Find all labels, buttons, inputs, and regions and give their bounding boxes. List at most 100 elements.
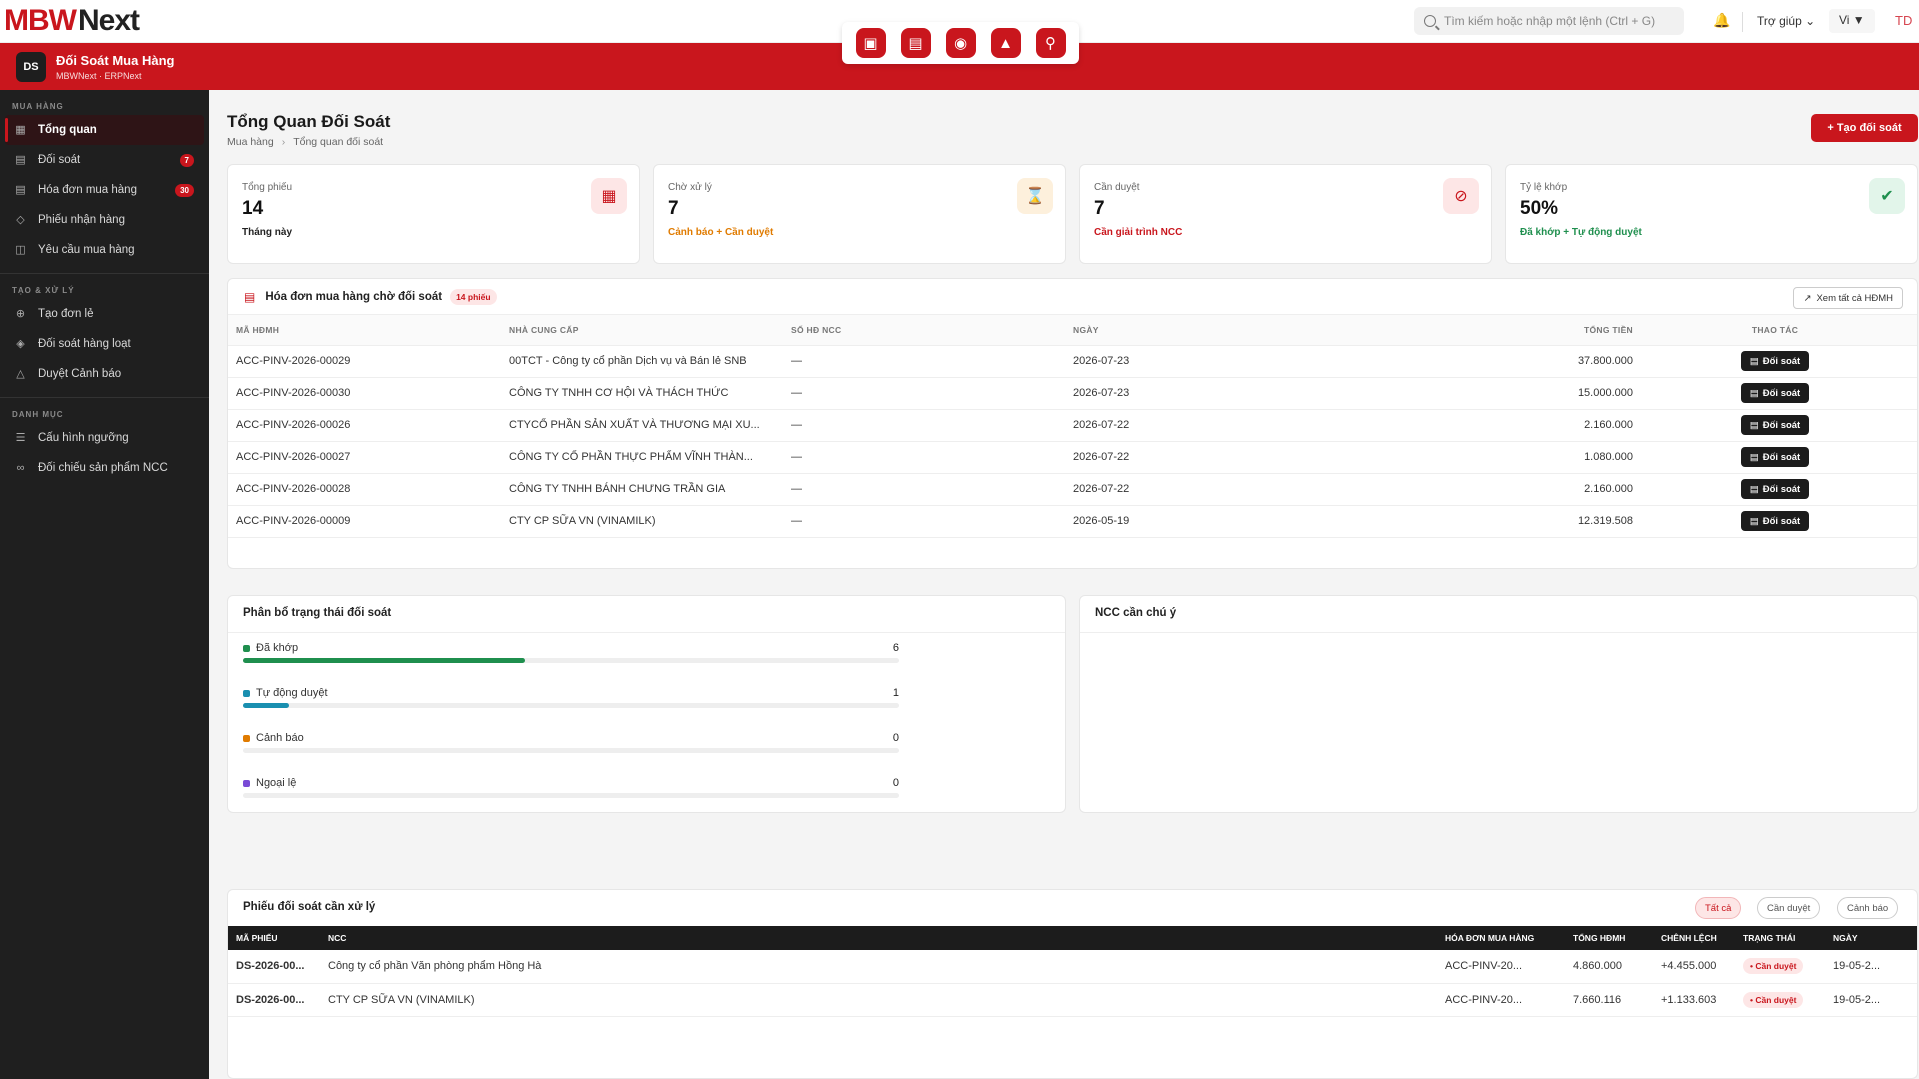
sidebar-item-create-single[interactable]: ⊕ Tạo đơn lẻ [5,299,204,329]
caret-down-icon: ▼ [1852,13,1865,27]
language-select[interactable]: Vi ▼ [1829,9,1875,33]
stat-card-match-rate: Tỷ lệ khớp 50% Đã khớp + Tự động duyệt ✔ [1505,164,1918,264]
id-card-icon[interactable]: ▲ [990,28,1021,58]
invoice-code-link[interactable]: ACC-PINV-2026-00029 [228,345,509,378]
filter-warning[interactable]: Cảnh báo [1837,897,1899,919]
ticket-code-link[interactable]: DS-2026-00... [228,983,328,1017]
stat-value: 14 [242,198,264,219]
sidebar-item-label: Hóa đơn mua hàng [38,184,137,196]
view-all-invoices-button[interactable]: ↗ Xem tất cả HĐMH [1793,287,1903,309]
ncc-number-cell: — [791,345,1073,378]
sidebar-item-purchase-requests[interactable]: ◫ Yêu cầu mua hàng [5,235,204,265]
sidebar-item-label: Đối soát [38,154,81,166]
main-content: Tổng Quan Đối Soát Mua hàng › Tổng quan đố… [209,90,1919,1079]
reconcile-button[interactable]: ▤ Đối soát [1740,351,1810,371]
cash-register-icon[interactable]: ▤ [900,28,931,58]
column-header: THAO TÁC [1633,315,1917,346]
table-row[interactable]: ACC-PINV-2026-00030 CÔNG TY TNHH CƠ HỘI … [228,377,1917,410]
column-header[interactable]: CHÊNH LỆCH [1661,926,1743,950]
breadcrumb-item[interactable]: Mua hàng [227,136,274,148]
grid-icon: ▦ [15,123,26,136]
count-badge: 14 phiếu [450,288,497,305]
sidebar-item-purchase-invoices[interactable]: ▤ Hóa đơn mua hàng 30 [5,175,204,205]
status-badge: • Cần duyệt [1743,958,1804,975]
reconcile-button[interactable]: ▤ Đối soát [1740,415,1810,435]
invoice-code-link[interactable]: ACC-PINV-2026-00009 [228,505,509,538]
total-cell: 2.160.000 [1408,473,1633,506]
create-reconcile-button[interactable]: + Tạo đối soát [1811,114,1918,142]
doc-icon: ▤ [1749,451,1759,463]
sidebar-item-receipts[interactable]: ◇ Phiếu nhận hàng [5,205,204,235]
reconcile-button[interactable]: ▤ Đối soát [1740,447,1810,467]
table-row[interactable]: ACC-PINV-2026-00027 CÔNG TY CỔ PHẦN THỰC… [228,441,1917,474]
column-header[interactable]: MÃ HĐMH [228,315,509,346]
cart-icon: ◫ [15,243,26,256]
module-switcher[interactable]: DS Đối Soát Mua Hàng MBWNext · ERPNext [16,52,174,82]
column-header[interactable]: NGÀY [1833,926,1917,950]
quick-access-bar: ▣ ▤ ◉ ▲ ⚲ [842,22,1079,64]
invoice-link[interactable]: ACC-PINV-20... [1445,950,1573,984]
sidebar-item-overview[interactable]: ▦ Tổng quan [5,115,204,145]
progress-track [243,748,899,753]
sidebar-item-approve-warnings[interactable]: △ Duyệt Cảnh báo [5,359,204,389]
invoice-link[interactable]: ACC-PINV-20... [1445,983,1573,1017]
divider [228,632,1065,633]
table-row[interactable]: DS-2026-00... Công ty cổ phần Văn phòng … [228,950,1917,984]
reconcile-button[interactable]: ▤ Đối soát [1740,479,1810,499]
total-cell: 15.000.000 [1408,377,1633,410]
table-row[interactable]: ACC-PINV-2026-00029 00TCT - Công ty cổ p… [228,345,1917,378]
sidebar-item-batch-reconcile[interactable]: ◈ Đối soát hàng loạt [5,329,204,359]
logo-mbw: MBW [4,4,77,37]
invoice-code-link[interactable]: ACC-PINV-2026-00028 [228,473,509,506]
stat-sub: Đã khớp + Tự động duyệt [1520,227,1642,238]
search-input[interactable]: Tìm kiếm hoặc nhập một lệnh (Ctrl + G) [1414,7,1684,35]
table-row[interactable]: ACC-PINV-2026-00026 CTYCỔ PHẦN SẢN XUẤT … [228,409,1917,442]
sidebar-item-reconcile[interactable]: ▤ Đối soát 7 [5,145,204,175]
invoices-table: MÃ HĐMH NHÀ CUNG CẤP SỐ HĐ NCC NGÀY TỔNG… [228,315,1917,538]
table-row[interactable]: ACC-PINV-2026-00009 CTY CP SỮA VN (VINAM… [228,505,1917,538]
column-header[interactable]: NGÀY [1073,315,1408,346]
difference-cell: +4.455.000 [1661,950,1743,984]
avatar[interactable]: TD [1895,13,1912,28]
total-cell: 4.860.000 [1573,950,1661,984]
supplier-cell: CÔNG TY TNHH CƠ HỘI VÀ THÁCH THỨC [509,377,791,410]
filter-needs-approval[interactable]: Cần duyệt [1757,897,1821,919]
invoice-code-link[interactable]: ACC-PINV-2026-00030 [228,377,509,410]
ticket-code-link[interactable]: DS-2026-00... [228,950,328,984]
reconcile-button[interactable]: ▤ Đối soát [1740,511,1810,531]
column-header[interactable]: HÓA ĐƠN MUA HÀNG [1445,926,1573,950]
filter-all[interactable]: Tất cả [1695,897,1742,919]
logo[interactable]: MBW Next [4,4,140,38]
bar-chart-icon: ▦ [591,178,627,214]
legend-swatch [243,689,250,697]
table-row[interactable]: ACC-PINV-2026-00028 CÔNG TY TNHH BÁNH CH… [228,473,1917,506]
column-header[interactable]: TRẠNG THÁI [1743,926,1833,950]
bell-icon[interactable]: 🔔 [1713,12,1731,30]
column-header[interactable]: TỔNG TIỀN [1408,315,1633,346]
sidebar-item-thresholds[interactable]: ☰ Cấu hình ngưỡng [5,423,204,453]
help-menu[interactable]: Trợ giúp ⌄ [1757,14,1815,28]
supplier-cell: CÔNG TY TNHH BÁNH CHƯNG TRẦN GIA [509,473,791,506]
status-label: Tự động duyệt [243,687,899,699]
stat-card-pending: Chờ xử lý 7 Cảnh báo + Cần duyệt ⌛ [653,164,1066,264]
stat-card-total: Tổng phiếu 14 Tháng này ▦ [227,164,640,264]
invoice-code-link[interactable]: ACC-PINV-2026-00027 [228,441,509,474]
people-icon[interactable]: ◉ [945,28,976,58]
sidebar-item-supplier-products[interactable]: ∞ Đối chiếu sản phẩm NCC [5,453,204,483]
reconcile-button[interactable]: ▤ Đối soát [1740,383,1810,403]
column-header[interactable]: TỔNG HĐMH [1573,926,1661,950]
location-pin-icon[interactable]: ⚲ [1035,28,1066,58]
sidebar-section-label: TẠO & XỬ LÝ [12,286,75,295]
column-header[interactable]: MÃ PHIẾU [228,926,328,950]
column-header[interactable]: SỐ HĐ NCC [791,315,1073,346]
shopping-bags-icon[interactable]: ▣ [855,28,886,58]
sidebar-divider [0,397,209,398]
invoice-code-link[interactable]: ACC-PINV-2026-00026 [228,409,509,442]
column-header[interactable]: NCC [328,926,1445,950]
status-count: 0 [892,732,899,744]
reconcile-label: Đối soát [1762,451,1801,463]
table-row[interactable]: DS-2026-00... CTY CP SỮA VN (VINAMILK) A… [228,983,1917,1017]
column-header[interactable]: NHÀ CUNG CẤP [509,315,791,346]
doc-icon: ▤ [1749,515,1759,527]
progress-fill [243,658,526,663]
